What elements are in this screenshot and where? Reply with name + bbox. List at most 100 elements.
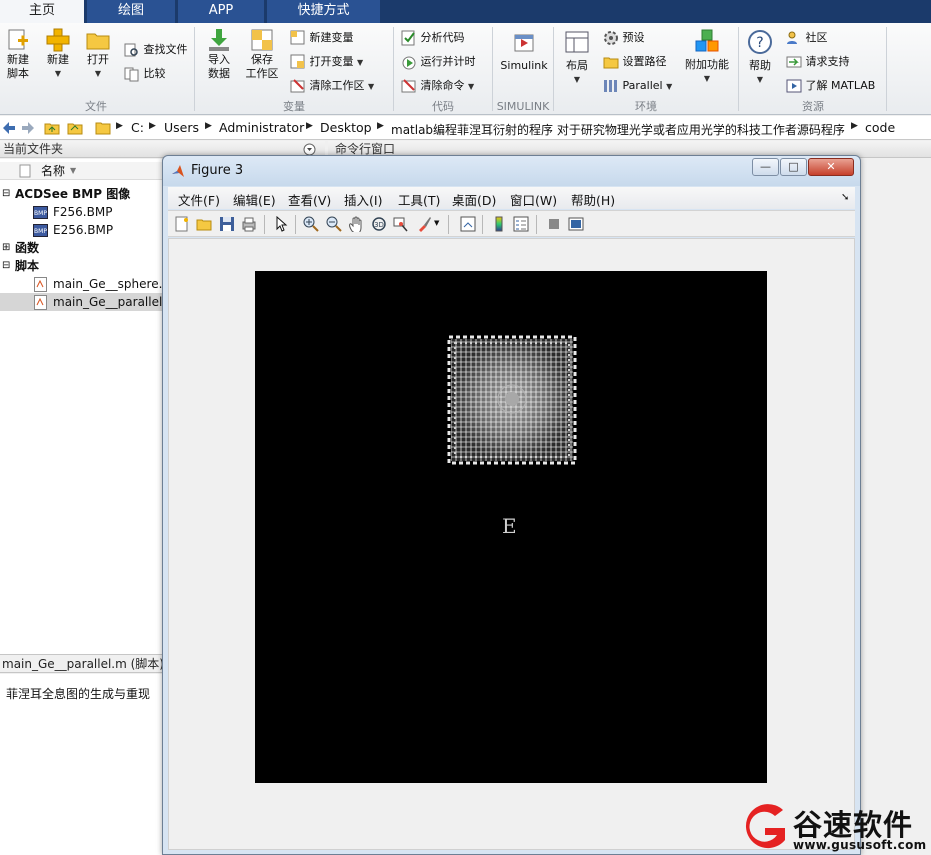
hologram-image-axes[interactable]: E <box>255 271 767 783</box>
dock-arrow-icon[interactable]: ➘ <box>841 192 849 203</box>
menu-window[interactable]: 窗口(W) <box>510 190 557 209</box>
svg-text:3D: 3D <box>374 221 384 229</box>
figure-canvas[interactable]: E <box>168 238 855 850</box>
breadcrumb-project-folder[interactable]: matlab编程菲涅耳衍射的程序 对于研究物理光学或者应用光学的科技工作者源码程… <box>391 121 845 138</box>
gear-icon <box>604 31 618 45</box>
column-header-name[interactable]: 名称 ▼ <box>0 162 162 180</box>
maximize-button[interactable]: □ <box>780 158 807 176</box>
analyze-code-button[interactable]: 分析代码 <box>401 30 465 46</box>
browse-folder-icon[interactable] <box>67 120 83 136</box>
colorbar-icon[interactable] <box>491 216 507 232</box>
hide-plot-tools-icon[interactable] <box>546 216 562 232</box>
data-cursor-icon[interactable] <box>393 216 409 232</box>
print-icon[interactable] <box>241 216 257 232</box>
group-functions[interactable]: ⊞ 函数 <box>0 239 162 257</box>
menu-desktop[interactable]: 桌面(D) <box>452 190 496 209</box>
zoom-in-icon[interactable] <box>303 216 319 232</box>
tab-home[interactable]: 主页 <box>0 0 84 23</box>
collapse-icon[interactable]: ⊟ <box>2 185 10 203</box>
link-plot-icon[interactable] <box>460 216 476 232</box>
ribbon: 新建 脚本 新建 ▼ 打开 ▼ 查找文件 比较 文件 导入 数据 保存 工作区 … <box>0 23 931 115</box>
close-button[interactable]: ✕ <box>808 158 854 176</box>
chevron-down-icon[interactable]: ▼ <box>434 219 439 227</box>
breadcrumb-desktop[interactable]: Desktop <box>320 120 372 135</box>
list-item[interactable]: BMP E256.BMP <box>0 221 162 239</box>
new-button[interactable]: 新建 ▼ <box>44 27 72 81</box>
back-arrow-icon[interactable] <box>2 121 16 135</box>
brush-icon[interactable] <box>416 216 432 232</box>
diffraction-square <box>447 335 577 465</box>
show-plot-tools-icon[interactable] <box>568 216 584 232</box>
menu-edit[interactable]: 编辑(E) <box>233 190 276 209</box>
breadcrumb-code[interactable]: code <box>865 120 895 135</box>
breadcrumb-drive[interactable]: C: <box>131 120 144 135</box>
details-description: 菲涅耳全息图的生成与重现 <box>6 687 151 701</box>
list-item[interactable]: main_Ge__sphere.m <box>0 275 162 293</box>
menu-help[interactable]: 帮助(H) <box>571 190 615 209</box>
watermark-url: www.gususoft.com <box>793 838 927 852</box>
open-file-icon[interactable] <box>196 216 212 232</box>
sort-down-icon: ▼ <box>70 166 77 175</box>
parallel-button[interactable]: Parallel ▼ <box>603 78 672 94</box>
learn-matlab-button[interactable]: 了解 MATLAB <box>786 78 875 94</box>
open-variable-button[interactable]: 打开变量 ▼ <box>290 54 363 70</box>
tab-shortcuts[interactable]: 快捷方式 <box>267 0 380 23</box>
new-figure-icon[interactable] <box>174 216 190 232</box>
clear-commands-button[interactable]: 清除命令 ▼ <box>401 78 474 94</box>
learn-icon <box>786 79 802 93</box>
file-name: E256.BMP <box>53 223 114 237</box>
help-button[interactable]: ? 帮助 ▼ <box>746 29 774 87</box>
figure-title-bar[interactable]: Figure 3 — □ ✕ <box>163 156 860 186</box>
new-script-button[interactable]: 新建 脚本 <box>4 27 32 81</box>
reconstructed-letter: E <box>502 514 517 538</box>
rotate-3d-icon[interactable]: 3D <box>371 216 387 232</box>
up-folder-icon[interactable] <box>44 120 60 136</box>
new-variable-button[interactable]: 新建变量 <box>290 30 354 46</box>
menu-file[interactable]: 文件(F) <box>178 190 220 209</box>
legend-icon[interactable] <box>513 216 529 232</box>
chevron-down-icon: ▼ <box>573 75 581 84</box>
clear-workspace-button[interactable]: 清除工作区 ▼ <box>290 78 374 94</box>
compare-label: 比较 <box>143 67 166 80</box>
tab-apps[interactable]: APP <box>178 0 264 23</box>
save-icon[interactable] <box>219 216 235 232</box>
menu-insert[interactable]: 插入(I) <box>344 190 382 209</box>
group-scripts[interactable]: ⊟ 脚本 <box>0 257 162 275</box>
expand-icon[interactable]: ⊞ <box>2 239 10 257</box>
compare-button[interactable]: 比较 <box>124 66 166 82</box>
zoom-out-icon[interactable] <box>326 216 342 232</box>
plus-icon <box>46 28 70 52</box>
list-item-selected[interactable]: main_Ge__parallel.m <box>0 293 162 311</box>
preferences-button[interactable]: 预设 <box>603 30 645 46</box>
toolbar-divider <box>536 215 537 234</box>
simulink-button[interactable]: Simulink <box>499 29 549 73</box>
breadcrumb-users[interactable]: Users <box>164 120 199 135</box>
menu-tools[interactable]: 工具(T) <box>398 190 440 209</box>
menu-view[interactable]: 查看(V) <box>288 190 331 209</box>
run-and-time-button[interactable]: 运行并计时 <box>401 54 476 70</box>
breadcrumb-separator: ▶ <box>851 121 858 131</box>
list-item[interactable]: BMP F256.BMP <box>0 203 162 221</box>
addons-button[interactable]: 附加功能 ▼ <box>684 28 730 86</box>
ribbon-divider <box>393 27 394 111</box>
breadcrumb-administrator[interactable]: Administrator <box>219 120 304 135</box>
tab-plots[interactable]: 绘图 <box>87 0 175 23</box>
request-support-button[interactable]: 请求支持 <box>786 54 850 70</box>
import-data-button[interactable]: 导入 数据 <box>204 27 234 81</box>
layout-button[interactable]: 布局 ▼ <box>563 29 591 87</box>
forward-arrow-icon[interactable] <box>21 121 35 135</box>
group-bmp-images[interactable]: ⊟ ACDSee BMP 图像 <box>0 185 162 203</box>
pointer-icon[interactable] <box>273 216 289 232</box>
minimize-button[interactable]: — <box>752 158 779 176</box>
save-workspace-button[interactable]: 保存 工作区 <box>244 27 280 81</box>
set-path-button[interactable]: 设置路径 <box>603 54 667 70</box>
collapse-icon[interactable]: ⊟ <box>2 257 10 275</box>
find-files-button[interactable]: 查找文件 <box>124 42 188 58</box>
open-button[interactable]: 打开 ▼ <box>84 27 112 81</box>
support-icon <box>786 56 802 68</box>
folder-icon <box>86 33 110 50</box>
community-button[interactable]: 社区 <box>786 30 828 46</box>
open-label: 打开 <box>87 53 109 66</box>
pan-hand-icon[interactable] <box>348 216 364 232</box>
details-header: main_Ge__parallel.m (脚本) <box>0 654 164 673</box>
